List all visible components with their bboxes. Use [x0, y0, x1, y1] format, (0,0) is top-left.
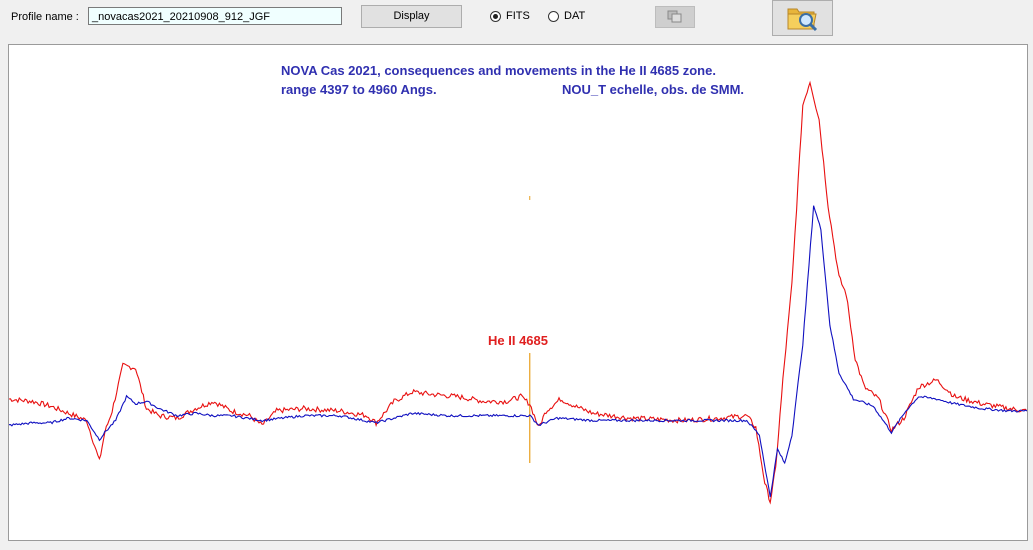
fits-radio[interactable]: FITS [490, 9, 530, 23]
spectrum-series-blue [9, 205, 1027, 498]
chart-range-label: range 4397 to 4960 Angs. [281, 82, 437, 97]
profile-name-label: Profile name : [11, 11, 79, 23]
he-ii-annotation: He II 4685 [488, 333, 548, 348]
folder-search-icon [787, 8, 817, 32]
spectrum-plot [9, 80, 1027, 505]
dat-radio[interactable]: DAT [548, 9, 585, 23]
profile-name-input[interactable]: _novacas2021_20210908_912_JGF [88, 7, 342, 25]
copy-button[interactable] [655, 6, 695, 28]
chart-title: NOVA Cas 2021, consequences and movement… [281, 63, 716, 78]
copy-icon [667, 10, 682, 23]
chart-observer-label: NOU_T echelle, obs. de SMM. [562, 82, 745, 97]
dat-radio-dot[interactable] [548, 10, 559, 22]
toolbar: Profile name : _novacas2021_20210908_912… [0, 0, 1033, 44]
fits-radio-dot[interactable] [490, 10, 501, 22]
dat-radio-label: DAT [564, 10, 586, 22]
spectrum-chart[interactable]: NOVA Cas 2021, consequences and movement… [8, 44, 1028, 541]
open-file-button[interactable] [772, 0, 833, 36]
spectrum-series-red [9, 80, 1027, 505]
display-button[interactable]: Display [361, 5, 462, 28]
fits-radio-label: FITS [506, 10, 530, 22]
